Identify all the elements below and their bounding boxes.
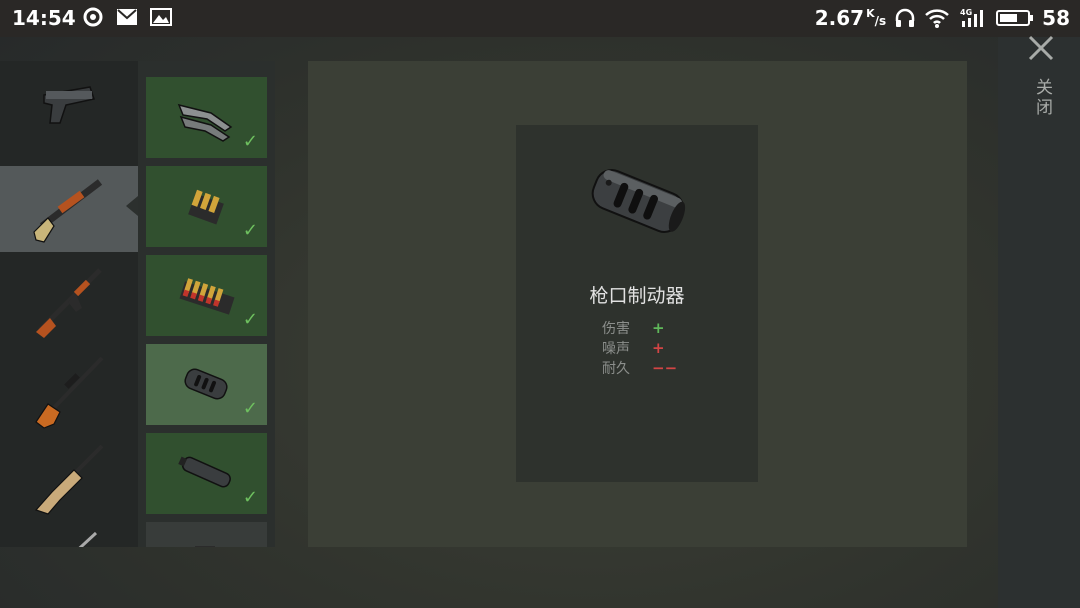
attachment-detail-card: 枪口制动器 伤害 + 噪声 + 耐久 −− xyxy=(516,125,758,482)
unlocked-check-icon: ✓ xyxy=(242,220,258,241)
suppressor-icon xyxy=(178,456,231,488)
clock: 14:54 xyxy=(12,6,76,30)
sniper-rifle-icon xyxy=(35,356,104,429)
nav-icon xyxy=(83,7,103,27)
weapon-item-rifle-partial[interactable] xyxy=(0,521,138,547)
stat-label: 耐久 xyxy=(602,361,630,377)
stock-attachment-icon xyxy=(177,103,233,142)
wifi-icon xyxy=(925,9,950,28)
attachment-slot-muzzle-brake[interactable]: ✓ xyxy=(146,344,267,425)
assault-rifle-icon xyxy=(36,268,102,338)
attachment-slot-stock[interactable]: ✓ xyxy=(146,77,267,158)
attachment-list[interactable]: ✓ ✓ ✓ ✓ ✓ xyxy=(138,61,275,547)
mail-icon xyxy=(117,9,137,25)
locked-attachment-icon xyxy=(195,546,215,547)
unlocked-check-icon: ✓ xyxy=(242,131,258,152)
status-bar: 14:54 2.67 K/s 4G 58 xyxy=(0,0,1080,37)
shotgun-icon xyxy=(33,179,103,243)
battery-icon xyxy=(996,10,1034,26)
shell-holder-small-icon xyxy=(188,189,224,225)
net-speed: 2.67 K/s xyxy=(814,6,887,30)
weapon-item-sniper-rifle[interactable] xyxy=(0,346,138,432)
unlocked-check-icon: ✓ xyxy=(242,309,258,330)
signal-icon: 4G xyxy=(960,8,984,27)
pistol-icon xyxy=(43,86,95,124)
attachment-slot-locked[interactable] xyxy=(146,522,267,547)
battery-level: 58 xyxy=(1042,6,1070,30)
weapon-list[interactable] xyxy=(0,61,138,547)
weapon-item-assault-rifle[interactable] xyxy=(0,258,138,344)
stat-value: −− xyxy=(652,359,678,377)
attachment-slot-suppressor[interactable]: ✓ xyxy=(146,433,267,514)
stat-value: + xyxy=(652,319,665,337)
unlocked-check-icon: ✓ xyxy=(242,398,258,419)
weapon-item-pistol[interactable] xyxy=(0,61,138,147)
selection-pointer xyxy=(126,196,138,216)
weapon-item-shotgun[interactable] xyxy=(0,166,138,252)
stat-label: 伤害 xyxy=(602,321,630,337)
headphones-icon xyxy=(895,8,915,27)
network-type: 4G xyxy=(960,8,972,17)
stat-row-durability: 耐久 −− xyxy=(602,358,677,378)
stat-row-damage: 伤害 + xyxy=(602,318,665,338)
rifle-partial-icon xyxy=(78,531,98,547)
scar-rifle-icon xyxy=(34,444,104,515)
close-column xyxy=(998,37,1080,608)
gallery-icon xyxy=(150,8,172,26)
stat-value: + xyxy=(652,339,665,357)
close-icon[interactable] xyxy=(1026,33,1056,63)
stat-row-noise: 噪声 + xyxy=(602,338,665,358)
attachment-slot-shell-holder-small[interactable]: ✓ xyxy=(146,166,267,247)
close-button-label[interactable]: 关闭 xyxy=(1030,78,1055,118)
attachment-slot-shell-holder-large[interactable]: ✓ xyxy=(146,255,267,336)
weapon-item-scar-rifle[interactable] xyxy=(0,434,138,520)
shell-holder-large-icon xyxy=(179,278,235,315)
unlocked-check-icon: ✓ xyxy=(242,487,258,508)
detail-muzzle-brake-icon xyxy=(591,169,686,233)
attachment-title: 枪口制动器 xyxy=(589,285,685,307)
muzzle-brake-icon xyxy=(184,368,228,400)
stat-label: 噪声 xyxy=(602,341,630,357)
